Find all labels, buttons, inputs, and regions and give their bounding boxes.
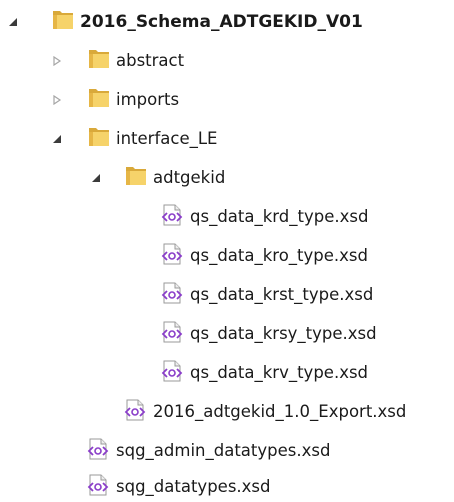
- tree-node-label: abstract: [116, 51, 185, 70]
- folder-icon: [125, 164, 147, 192]
- xsd-file-icon: [160, 320, 184, 348]
- xsd-file-icon: [86, 437, 110, 465]
- xsd-file-icon: [160, 281, 184, 309]
- tree-node-label: interface_LE: [116, 129, 218, 148]
- tree-node-adtgekid[interactable]: adtgekid: [92, 163, 226, 193]
- expanded-arrow-icon[interactable]: [6, 15, 20, 29]
- tree-node-file[interactable]: qs_data_krd_type.xsd: [160, 202, 368, 232]
- tree-node-label: imports: [116, 90, 180, 109]
- xsd-file-icon: [86, 473, 110, 501]
- xsd-file-icon: [160, 359, 184, 387]
- file-tree: 2016_Schema_ADTGEKID_V01 abstract import…: [0, 0, 454, 501]
- tree-node-label: qs_data_krsy_type.xsd: [190, 324, 377, 343]
- collapsed-arrow-icon[interactable]: [50, 93, 64, 107]
- folder-icon: [88, 86, 110, 114]
- tree-node-file[interactable]: sqg_datatypes.xsd: [86, 472, 271, 502]
- tree-node-label: 2016_adtgekid_1.0_Export.xsd: [153, 402, 407, 421]
- tree-node-label: adtgekid: [153, 168, 226, 187]
- tree-node-file[interactable]: sqg_admin_datatypes.xsd: [86, 436, 330, 466]
- tree-node-interface-le[interactable]: interface_LE: [53, 124, 218, 154]
- tree-node-file[interactable]: qs_data_krv_type.xsd: [160, 358, 368, 388]
- tree-node-label: qs_data_krst_type.xsd: [190, 285, 374, 304]
- tree-node-label: sqg_admin_datatypes.xsd: [116, 441, 331, 460]
- tree-node-abstract[interactable]: abstract: [53, 46, 185, 76]
- tree-node-label: qs_data_krd_type.xsd: [190, 207, 369, 226]
- expanded-arrow-icon[interactable]: [50, 132, 64, 146]
- folder-icon: [88, 125, 110, 153]
- collapsed-arrow-icon[interactable]: [50, 54, 64, 68]
- tree-node-label: 2016_Schema_ADTGEKID_V01: [80, 12, 363, 32]
- xsd-file-icon: [160, 242, 184, 270]
- tree-node-label: qs_data_kro_type.xsd: [190, 246, 368, 265]
- tree-node-root[interactable]: 2016_Schema_ADTGEKID_V01: [9, 7, 363, 37]
- tree-node-imports[interactable]: imports: [53, 85, 180, 115]
- tree-node-label: qs_data_krv_type.xsd: [190, 363, 369, 382]
- xsd-file-icon: [123, 398, 147, 426]
- tree-node-file[interactable]: qs_data_krst_type.xsd: [160, 280, 373, 310]
- folder-icon: [88, 47, 110, 75]
- folder-icon: [52, 8, 74, 36]
- xsd-file-icon: [160, 203, 184, 231]
- tree-node-file[interactable]: qs_data_krsy_type.xsd: [160, 319, 377, 349]
- tree-node-label: sqg_datatypes.xsd: [116, 477, 271, 496]
- tree-node-file[interactable]: qs_data_kro_type.xsd: [160, 241, 368, 271]
- expanded-arrow-icon[interactable]: [89, 171, 103, 185]
- tree-node-file[interactable]: 2016_adtgekid_1.0_Export.xsd: [123, 397, 406, 427]
